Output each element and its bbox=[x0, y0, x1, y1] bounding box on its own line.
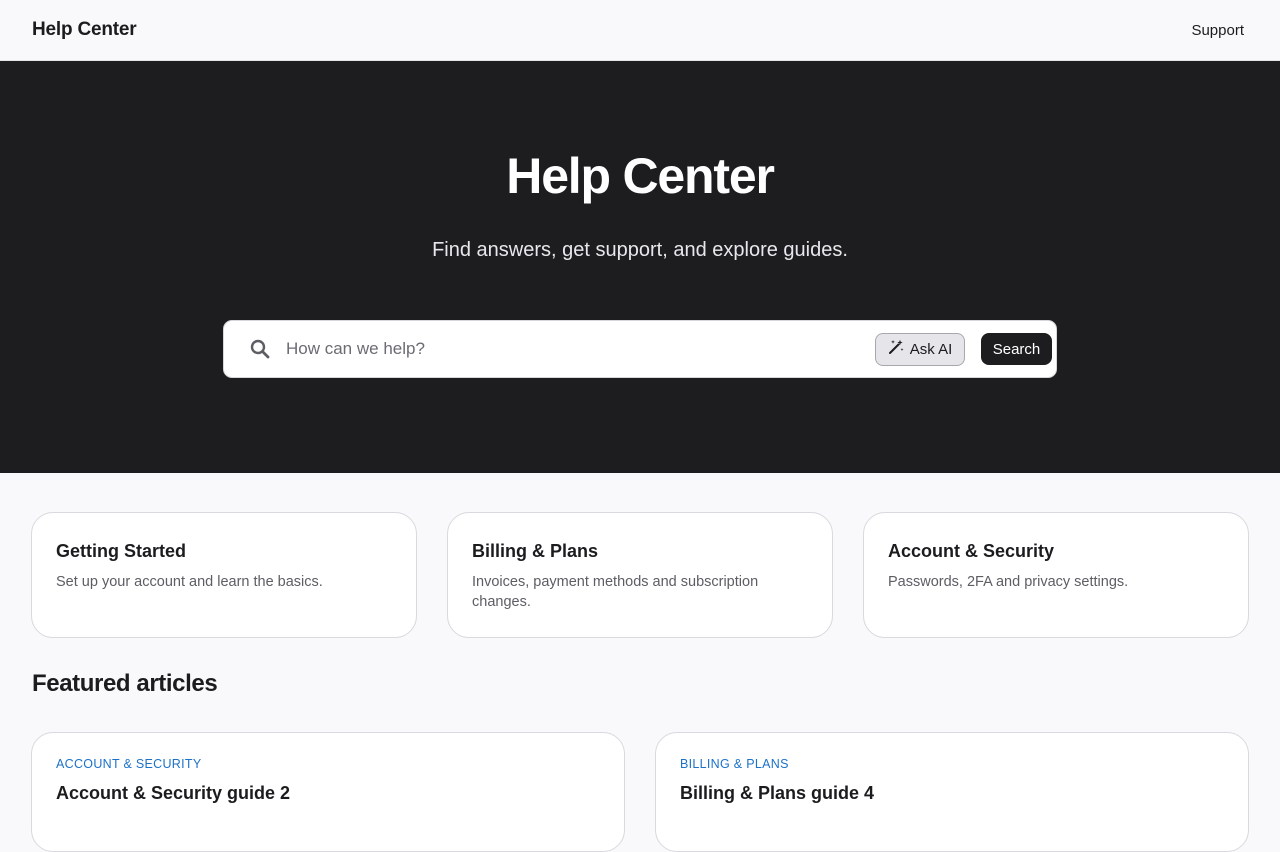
article-card[interactable]: BILLING & PLANS Billing & Plans guide 4 bbox=[655, 732, 1249, 852]
nav-link-support[interactable]: Support bbox=[1191, 22, 1244, 39]
category-title: Account & Security bbox=[888, 541, 1055, 561]
ask-ai-label: Ask AI bbox=[909, 340, 953, 358]
article-title[interactable]: Account & Security guide 2 bbox=[56, 783, 600, 804]
article-category[interactable]: BILLING & PLANS bbox=[680, 757, 1224, 771]
category-card-getting-started[interactable]: Getting Started Set up your account and … bbox=[31, 512, 417, 638]
hero-title: Help Center bbox=[506, 148, 775, 204]
article-card[interactable]: ACCOUNT & SECURITY Account & Security gu… bbox=[31, 732, 625, 852]
top-navigation: Help Center Support bbox=[0, 0, 1280, 61]
search-input[interactable] bbox=[272, 321, 875, 377]
ask-ai-button[interactable]: Ask AI bbox=[875, 332, 965, 366]
category-card-billing-plans[interactable]: Billing & Plans Invoices, payment method… bbox=[447, 512, 833, 638]
category-card-account-security[interactable]: Account & Security Passwords, 2FA and pr… bbox=[863, 512, 1249, 638]
magic-wand-icon bbox=[888, 339, 904, 359]
brand-logo-text[interactable]: Help Center bbox=[32, 19, 137, 41]
category-description: Invoices, payment methods and subscripti… bbox=[472, 574, 759, 610]
search-icon bbox=[224, 321, 272, 377]
featured-articles-heading: Featured articles bbox=[32, 670, 218, 697]
category-title: Getting Started bbox=[56, 541, 187, 561]
category-title: Billing & Plans bbox=[472, 541, 599, 561]
hero-subtitle: Find answers, get support, and explore g… bbox=[432, 239, 848, 261]
category-description: Set up your account and learn the basics… bbox=[56, 574, 323, 590]
article-title[interactable]: Billing & Plans guide 4 bbox=[680, 783, 1224, 804]
search-button[interactable]: Search bbox=[981, 333, 1052, 365]
category-description: Passwords, 2FA and privacy settings. bbox=[888, 574, 1129, 590]
search-bar: Ask AI Search bbox=[223, 320, 1057, 378]
article-category[interactable]: ACCOUNT & SECURITY bbox=[56, 757, 600, 771]
hero-section: Help Center Find answers, get support, a… bbox=[0, 61, 1280, 473]
